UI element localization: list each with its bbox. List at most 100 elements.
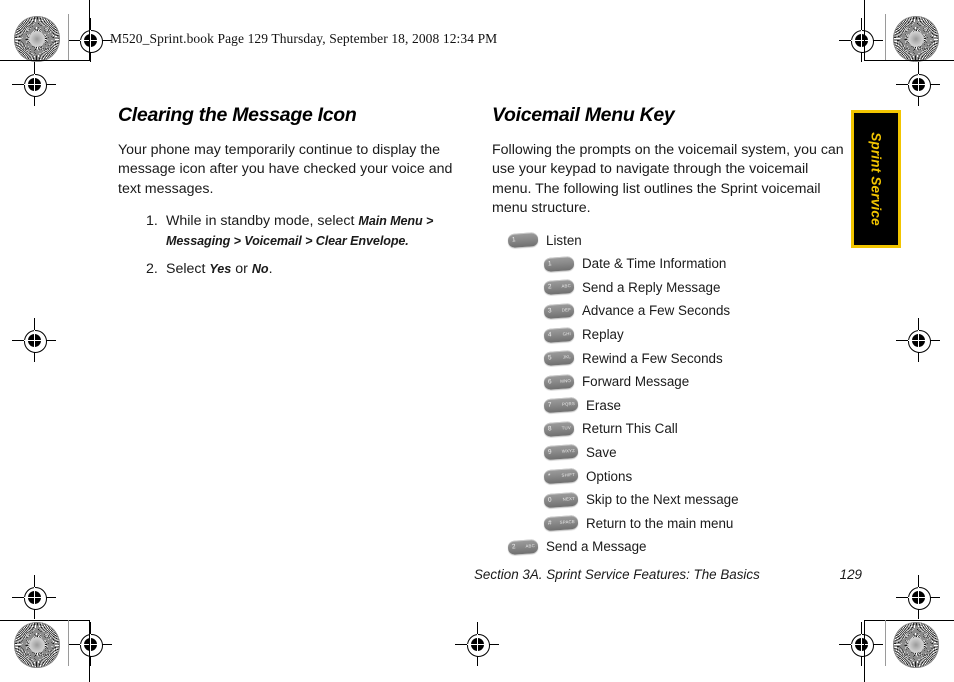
keycap-letters: ABC bbox=[561, 283, 572, 289]
voicemail-menu-item: * SHIFT Options bbox=[492, 467, 847, 485]
keycap-digit: 4 bbox=[547, 330, 552, 339]
step-2-tail: . bbox=[268, 261, 273, 278]
registration-rosette-top-right bbox=[893, 16, 939, 62]
key-1-icon: 1 bbox=[507, 232, 539, 249]
page-edge-rule-right bbox=[885, 14, 886, 60]
page-edge-rule-left-bottom bbox=[68, 620, 69, 666]
step-2-option-yes: Yes bbox=[209, 262, 232, 277]
registration-crosshair-bottom-left bbox=[68, 622, 112, 666]
step-list: While in standby mode, select Main Menu … bbox=[118, 212, 473, 280]
step-2-option-no: No bbox=[251, 262, 269, 277]
keycap-digit: 3 bbox=[547, 307, 552, 315]
voicemail-menu-item: 1 Date & Time Information bbox=[492, 255, 847, 272]
registration-crosshair-bottom-center bbox=[455, 622, 499, 666]
voicemail-menu-item: 4 GHI Replay bbox=[492, 326, 847, 343]
voicemail-intro-paragraph: Following the prompts on the voicemail s… bbox=[492, 142, 844, 217]
keycap-letters: DEF bbox=[561, 306, 572, 313]
trim-line-top-right bbox=[864, 60, 954, 61]
trim-line-top-left bbox=[0, 60, 90, 61]
keycap-letters: PQRS bbox=[561, 401, 576, 408]
voicemail-menu-item-label: Skip to the Next message bbox=[586, 492, 739, 508]
keycap-letters: MNO bbox=[560, 377, 572, 384]
voicemail-menu-item-label: Erase bbox=[586, 397, 621, 413]
key-hash-icon: # SPACE bbox=[543, 515, 579, 532]
trim-line-bottom-left bbox=[0, 620, 90, 621]
voicemail-menu-item-label: Send a Reply Message bbox=[582, 279, 721, 295]
step-2-lead: Select bbox=[166, 261, 210, 278]
registration-crosshair-left-lower bbox=[12, 575, 56, 619]
keycap-digit: 8 bbox=[547, 425, 552, 433]
voicemail-menu-item-label: Date & Time Information bbox=[582, 256, 727, 272]
registration-rosette-bottom-left bbox=[14, 622, 60, 668]
keycap-letters: TUV bbox=[561, 424, 572, 431]
page-edge-rule-left bbox=[68, 14, 69, 60]
key-1-icon: 1 bbox=[543, 255, 575, 272]
voicemail-menu-item-label: Forward Message bbox=[582, 374, 690, 390]
voicemail-menu-item: # SPACE Return to the main menu bbox=[492, 515, 847, 532]
page-title: Clearing the Message Icon bbox=[118, 104, 357, 126]
voicemail-menu-item: 2 ABC Send a Message bbox=[492, 538, 847, 555]
voicemail-menu-item-label: Replay bbox=[582, 327, 624, 342]
keycap-digit: 2 bbox=[511, 543, 516, 551]
voicemail-menu-item: 8 TUV Return This Call bbox=[492, 420, 847, 437]
voicemail-menu-item: 9 WXYZ Save bbox=[492, 444, 847, 461]
registration-crosshair-bottom-right bbox=[839, 622, 883, 666]
page-footer: Section 3A. Sprint Service Features: The… bbox=[474, 567, 862, 582]
voicemail-menu-item: 7 PQRS Erase bbox=[492, 397, 847, 414]
right-column: Voicemail Menu Key Following the prompts… bbox=[492, 104, 847, 563]
side-tab-sprint-service: Sprint Service bbox=[851, 110, 901, 248]
footer-page-number: 129 bbox=[839, 567, 862, 582]
key-star-icon: * SHIFT bbox=[543, 467, 579, 485]
key-0-icon: 0 NEXT bbox=[543, 491, 579, 508]
key-3-icon: 3 DEF bbox=[543, 302, 575, 319]
voicemail-menu-item: 5 JKL Rewind a Few Seconds bbox=[492, 350, 847, 367]
keycap-letters: SPACE bbox=[559, 519, 576, 526]
registration-crosshair-right-lower bbox=[896, 575, 940, 619]
keycap-digit: 6 bbox=[547, 378, 552, 386]
keycap-digit: 9 bbox=[547, 448, 552, 457]
registration-crosshair-top-left bbox=[68, 18, 112, 62]
key-2-icon: 2 ABC bbox=[507, 538, 539, 555]
keycap-letters: JKL bbox=[562, 354, 572, 360]
voicemail-menu-item-label: Options bbox=[586, 468, 633, 484]
step-item-2: Select Yes or No. bbox=[146, 260, 473, 280]
voicemail-menu-item: 1 Listen bbox=[492, 232, 847, 249]
keycap-letters: GHI bbox=[562, 330, 572, 337]
keycap-letters: SHIFT bbox=[561, 471, 576, 478]
page-edge-rule-right-bottom bbox=[885, 620, 886, 666]
keycap-digit: # bbox=[547, 519, 552, 527]
trim-line-left-vertical bbox=[89, 0, 90, 60]
intro-paragraph: Your phone may temporarily continue to d… bbox=[118, 142, 453, 197]
trim-line-right-vertical bbox=[864, 0, 865, 60]
key-4-icon: 4 GHI bbox=[543, 326, 575, 343]
voicemail-menu-item-label: Return This Call bbox=[582, 421, 678, 437]
key-7-icon: 7 PQRS bbox=[543, 397, 579, 414]
footer-section-label: Section 3A. Sprint Service Features: The… bbox=[474, 567, 760, 582]
voicemail-menu-item-label: Save bbox=[586, 444, 617, 460]
registration-crosshair-right-middle bbox=[896, 318, 940, 362]
keycap-letters: ABC bbox=[525, 542, 536, 549]
key-6-icon: 6 MNO bbox=[543, 373, 575, 390]
voicemail-menu-item: 0 NEXT Skip to the Next message bbox=[492, 491, 847, 508]
voicemail-menu-item: 6 MNO Forward Message bbox=[492, 373, 847, 390]
keycap-digit: 1 bbox=[511, 236, 516, 244]
keycap-digit: 1 bbox=[547, 260, 552, 268]
voicemail-menu-list: 1 Listen 1 Date & Time Information 2 ABC Send … bbox=[492, 232, 847, 555]
key-9-icon: 9 WXYZ bbox=[543, 444, 579, 461]
side-tab-label: Sprint Service bbox=[868, 132, 884, 226]
trim-line-right-vertical-b bbox=[864, 620, 865, 682]
voicemail-menu-item-label: Send a Message bbox=[546, 539, 647, 555]
key-5-icon: 5 JKL bbox=[543, 350, 575, 367]
keycap-digit: * bbox=[547, 472, 551, 480]
keycap-digit: 2 bbox=[547, 283, 552, 291]
left-column: Clearing the Message Icon Your phone may… bbox=[118, 104, 473, 288]
registration-crosshair-left-middle bbox=[12, 318, 56, 362]
trim-line-left-vertical-b bbox=[89, 620, 90, 682]
keycap-digit: 0 bbox=[547, 496, 552, 504]
voicemail-menu-item: 3 DEF Advance a Few Seconds bbox=[492, 302, 847, 319]
registration-crosshair-top-right bbox=[839, 18, 883, 62]
voicemail-menu-item: 2 ABC Send a Reply Message bbox=[492, 279, 847, 296]
registration-rosette-bottom-right bbox=[893, 622, 939, 668]
manual-page: M520_Sprint.book Page 129 Thursday, Sept… bbox=[0, 0, 954, 682]
registration-crosshair-left-upper bbox=[12, 62, 56, 106]
